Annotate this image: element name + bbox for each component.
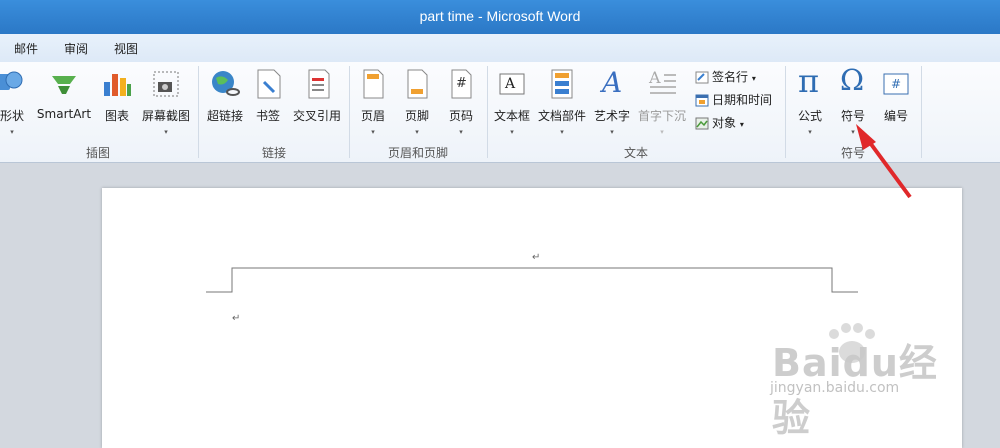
quick-parts-button[interactable]: 文档部件 ▾ [536,68,588,136]
screenshot-label: 屏幕截图 [141,109,190,123]
baidu-watermark: Baidu经验 jingyan.baidu.com [762,320,962,440]
drop-cap-glyph: A [649,68,661,87]
header-label: 页眉 [360,109,385,123]
header-icon [357,68,389,100]
object-button[interactable]: 对象 ▾ [695,114,744,131]
wordart-icon: A [596,66,628,100]
paragraph-mark: ↵ [232,313,241,324]
object-icon [695,117,709,130]
quick-parts-label: 文档部件 [537,109,586,123]
screenshot-dropdown-icon: ▾ [164,128,168,136]
cross-reference-button[interactable]: 交叉引用 [289,68,345,124]
symbol-dropdown-icon: ▾ [851,128,855,136]
page-number-icon: # [445,68,477,100]
signature-icon [695,71,709,84]
cross-reference-label: 交叉引用 [292,109,341,123]
shapes-icon [0,68,28,100]
wordart-dropdown-icon: ▾ [610,128,614,136]
drop-cap-icon: A [646,68,678,100]
text-box-label: 文本框 [493,109,530,123]
text-box-button[interactable]: A 文本框 ▾ [492,68,532,136]
page-number-dropdown-icon: ▾ [459,128,463,136]
group-divider [198,66,199,158]
signature-line-label: 签名行 [712,70,749,84]
globe-link-icon [209,68,241,100]
equation-label: 公式 [797,109,822,123]
shapes-dropdown-icon: ▾ [10,128,14,136]
smartart-icon [48,68,80,100]
wordart-glyph: A [602,66,623,99]
footer-dropdown-icon: ▾ [415,128,419,136]
date-time-button[interactable]: 日期和时间 [695,91,772,108]
omega-glyph: Ω [840,63,865,97]
wordart-label: 艺术字 [593,109,630,123]
group-label-symbols: 符号 [840,146,865,160]
signature-dropdown-icon: ▾ [751,74,756,83]
shapes-label: 形状 [0,109,24,123]
title-bar: part time - Microsoft Word [0,0,1000,34]
numbering-icon: # [880,68,912,100]
ribbon-tabs: 邮件 审阅 视图 [0,34,1000,62]
group-label-header-footer: 页眉和页脚 [387,146,448,160]
footer-button[interactable]: 页脚 ▾ [400,68,434,136]
numbering-label: 编号 [883,109,908,123]
hash-glyph: # [456,76,467,91]
tab-mailings[interactable]: 邮件 [14,40,38,57]
chart-button[interactable]: 图表 [100,68,134,124]
bookmark-icon [252,68,284,100]
hyperlink-label: 超链接 [206,109,243,123]
object-dropdown-icon: ▾ [739,120,744,129]
equation-button[interactable]: π 公式 ▾ [792,62,828,136]
footer-label: 页脚 [404,109,429,123]
bookmark-label: 书签 [255,109,280,123]
ribbon: 形状 ▾ SmartArt 图表 屏幕截图 ▾ 插图 超链接 书签 交叉引用 链… [0,62,1000,163]
shapes-button[interactable]: 形状 ▾ [0,68,32,136]
screenshot-button[interactable]: 屏幕截图 ▾ [138,68,194,136]
smartart-button[interactable]: SmartArt [34,68,94,121]
calendar-icon [695,94,709,107]
chart-label: 图表 [104,109,129,123]
a-glyph: A [505,76,516,92]
quick-parts-icon [546,68,578,100]
drop-cap-dropdown-icon: ▾ [660,128,664,136]
screenshot-icon [150,68,182,100]
hyperlink-button[interactable]: 超链接 [202,68,248,124]
tab-view[interactable]: 视图 [114,40,138,57]
quick-parts-dropdown-icon: ▾ [560,128,564,136]
symbol-button[interactable]: Ω 符号 ▾ [835,63,871,136]
object-label: 对象 [712,116,737,130]
tab-review[interactable]: 审阅 [64,40,88,57]
header-dropdown-icon: ▾ [371,128,375,136]
pi-icon: π [794,62,826,100]
numbering-button[interactable]: # 编号 [878,68,914,124]
equation-dropdown-icon: ▾ [808,128,812,136]
date-time-label: 日期和时间 [712,93,773,107]
signature-line-button[interactable]: 签名行 ▾ [695,68,756,85]
paragraph-mark: ↵ [532,252,541,263]
window-title: part time - Microsoft Word [419,8,581,24]
drop-cap-button: A 首字下沉 ▾ [634,68,690,136]
drop-cap-label: 首字下沉 [637,109,686,123]
symbol-label: 符号 [840,109,865,123]
text-box-icon: A [496,68,528,100]
omega-icon: Ω [837,63,869,100]
bookmark-button[interactable]: 书签 [252,68,284,124]
wordart-button[interactable]: A 艺术字 ▾ [592,66,632,136]
group-divider [921,66,922,158]
smartart-label: SmartArt [36,107,92,121]
text-box-dropdown-icon: ▾ [510,128,514,136]
group-label-illustrations: 插图 [85,146,110,160]
page-number-label: 页码 [448,109,473,123]
chart-icon [101,68,133,100]
watermark-url: jingyan.baidu.com [770,380,900,396]
group-label-text: 文本 [623,146,648,160]
header-button[interactable]: 页眉 ▾ [356,68,390,136]
cross-reference-icon [301,68,333,100]
page-number-button[interactable]: # 页码 ▾ [444,68,478,136]
pi-glyph: π [798,62,820,100]
group-label-links: 链接 [261,146,286,160]
numbering-hash-glyph: # [891,77,902,91]
footer-icon [401,68,433,100]
